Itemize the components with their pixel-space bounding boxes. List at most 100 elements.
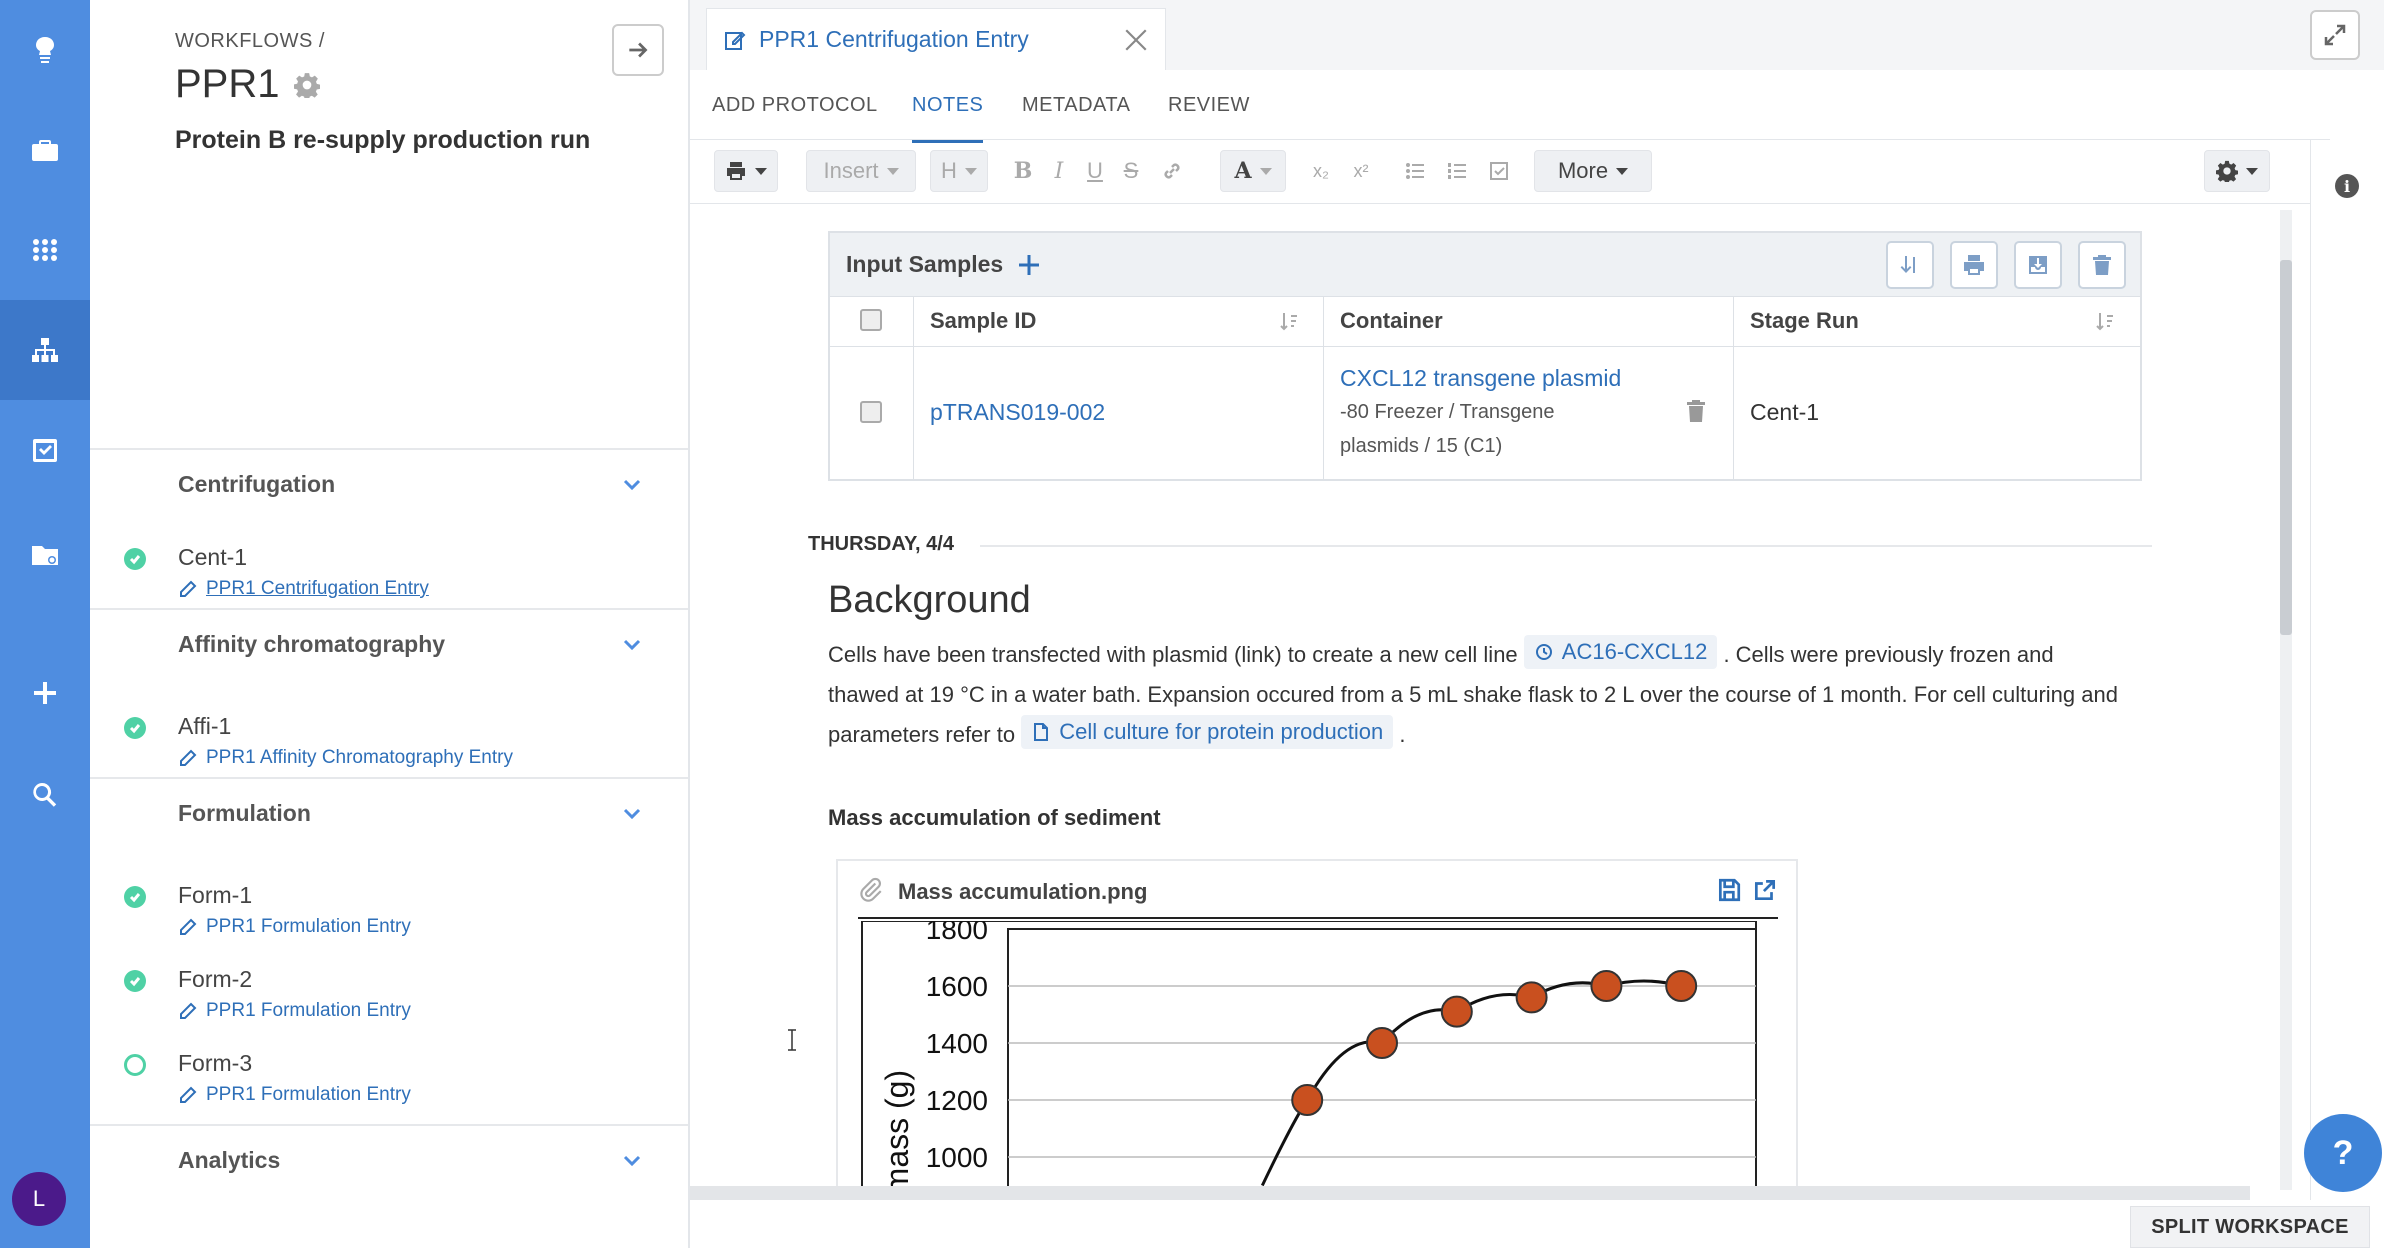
settings-menu-button[interactable] bbox=[2204, 150, 2270, 192]
tab-review[interactable]: REVIEW bbox=[1168, 94, 1250, 117]
print-icon bbox=[727, 162, 745, 180]
stage-form-1[interactable]: Form-1 PPR1 Formulation Entry bbox=[90, 878, 688, 948]
section-centrifugation[interactable]: Centrifugation bbox=[90, 448, 688, 518]
stage-affi-1[interactable]: Affi-1 PPR1 Affinity Chromatography Entr… bbox=[90, 709, 688, 779]
sample-id-link[interactable]: pTRANS019-002 bbox=[930, 399, 1105, 426]
numbered-list-icon bbox=[1448, 163, 1466, 179]
divider bbox=[980, 545, 2152, 547]
archive-button[interactable] bbox=[2014, 241, 2062, 289]
superscript-button[interactable]: x² bbox=[1346, 150, 1376, 192]
folder-icon[interactable] bbox=[0, 505, 90, 605]
split-workspace-button[interactable]: SPLIT WORKSPACE bbox=[2130, 1206, 2370, 1248]
stage-name: Form-3 bbox=[178, 1050, 253, 1076]
add-icon[interactable] bbox=[0, 643, 90, 743]
gear-icon[interactable] bbox=[293, 72, 320, 98]
y-tick-label: 1200 bbox=[926, 1085, 988, 1116]
insert-menu-button[interactable]: Insert bbox=[806, 150, 916, 192]
y-tick-label: 1600 bbox=[926, 971, 988, 1002]
sort-icon[interactable] bbox=[2094, 310, 2116, 332]
y-axis-label: d mass (g) bbox=[879, 1070, 915, 1190]
section-formulation[interactable]: Formulation bbox=[90, 777, 688, 847]
info-icon[interactable]: i bbox=[2335, 174, 2359, 198]
font-color-button[interactable]: A bbox=[1220, 150, 1286, 192]
section-affinity-chromatography[interactable]: Affinity chromatography bbox=[90, 608, 688, 678]
workflow-icon[interactable] bbox=[0, 300, 90, 400]
data-point bbox=[1366, 1027, 1398, 1059]
stage-entry-link[interactable]: PPR1 Centrifugation Entry bbox=[178, 578, 429, 600]
apps-grid-icon[interactable] bbox=[0, 200, 90, 300]
save-icon[interactable] bbox=[1716, 877, 1742, 903]
container-link[interactable]: CXCL12 transgene plasmid bbox=[1340, 365, 1621, 392]
stage-name: Cent-1 bbox=[178, 544, 248, 570]
underline-button[interactable]: U bbox=[1080, 150, 1110, 192]
chevron-down-icon bbox=[623, 479, 641, 491]
mass-accumulation-chart: 1800 1600 1400 1200 1000 d mass (g) bbox=[861, 921, 1757, 1190]
document-tab[interactable]: PPR1 Centrifugation Entry bbox=[706, 8, 1166, 70]
col-container[interactable]: Container bbox=[1324, 297, 1734, 346]
tab-notes[interactable]: NOTES bbox=[912, 94, 984, 143]
logo-icon[interactable] bbox=[0, 0, 90, 100]
trash-icon[interactable] bbox=[1686, 399, 1706, 423]
select-all-checkbox[interactable] bbox=[860, 309, 882, 331]
expand-button[interactable] bbox=[2310, 10, 2360, 60]
input-samples-header: Input Samples bbox=[830, 233, 2140, 297]
section-label: Centrifugation bbox=[178, 470, 336, 497]
breadcrumb[interactable]: WORKFLOWS / bbox=[175, 30, 325, 53]
briefcase-icon[interactable] bbox=[0, 100, 90, 200]
col-sample-id[interactable]: Sample ID bbox=[914, 297, 1324, 346]
stage-cent-1[interactable]: Cent-1 PPR1 Centrifugation Entry bbox=[90, 540, 688, 610]
stage-entry-link[interactable]: PPR1 Formulation Entry bbox=[178, 916, 411, 938]
link-icon bbox=[1164, 163, 1180, 179]
subscript-button[interactable]: x₂ bbox=[1306, 150, 1336, 192]
table-row: pTRANS019-002 CXCL12 transgene plasmid -… bbox=[830, 347, 2140, 479]
italic-button[interactable]: I bbox=[1044, 150, 1074, 192]
document-tab-title: PPR1 Centrifugation Entry bbox=[759, 26, 1029, 52]
import-button[interactable] bbox=[1886, 241, 1934, 289]
edit-icon bbox=[180, 918, 197, 935]
tasks-icon[interactable] bbox=[0, 400, 90, 500]
stage-form-2[interactable]: Form-2 PPR1 Formulation Entry bbox=[90, 962, 688, 1032]
more-menu-button[interactable]: More bbox=[1534, 150, 1652, 192]
open-external-icon[interactable] bbox=[1752, 877, 1778, 903]
search-icon[interactable] bbox=[0, 745, 90, 845]
data-point bbox=[1291, 1084, 1324, 1116]
col-stage-run[interactable]: Stage Run bbox=[1734, 297, 2140, 346]
cell-line-chip[interactable]: AC16-CXCL12 bbox=[1523, 635, 1718, 669]
tab-add-protocol[interactable]: ADD PROTOCOL bbox=[712, 94, 878, 117]
input-samples-title: Input Samples bbox=[846, 251, 1041, 278]
numbered-list-button[interactable] bbox=[1440, 150, 1474, 192]
close-icon[interactable] bbox=[1123, 27, 1149, 53]
document-link-chip[interactable]: Cell culture for protein production bbox=[1021, 715, 1394, 749]
strikethrough-button[interactable]: S bbox=[1116, 150, 1146, 192]
stage-run-cell: Cent-1 bbox=[1734, 347, 2140, 479]
stage-entry-link[interactable]: PPR1 Formulation Entry bbox=[178, 1000, 411, 1022]
help-button[interactable]: ? bbox=[2304, 1114, 2382, 1192]
add-sample-icon[interactable] bbox=[1017, 253, 1041, 277]
arrow-right-icon bbox=[629, 42, 648, 58]
bold-button[interactable]: B bbox=[1008, 150, 1038, 192]
stage-form-3[interactable]: Form-3 PPR1 Formulation Entry bbox=[90, 1046, 688, 1116]
row-checkbox[interactable] bbox=[860, 401, 882, 423]
y-tick-label: 1800 bbox=[926, 921, 988, 945]
heading-menu-button[interactable]: H bbox=[930, 150, 988, 192]
horizontal-scrollbar[interactable] bbox=[690, 1186, 2250, 1200]
status-complete-icon bbox=[124, 886, 146, 908]
avatar[interactable]: L bbox=[12, 1172, 66, 1226]
section-analytics[interactable]: Analytics bbox=[90, 1124, 688, 1194]
plot-area bbox=[1007, 928, 1757, 1190]
divider bbox=[858, 917, 1778, 919]
delete-table-button[interactable] bbox=[2078, 241, 2126, 289]
status-complete-icon bbox=[124, 970, 146, 992]
stage-entry-link[interactable]: PPR1 Formulation Entry bbox=[178, 1084, 411, 1106]
tab-metadata[interactable]: METADATA bbox=[1022, 94, 1130, 117]
print-menu-button[interactable] bbox=[714, 150, 778, 192]
trash-icon bbox=[2093, 255, 2111, 275]
status-complete-icon bbox=[124, 548, 146, 570]
collapse-panel-button[interactable] bbox=[612, 24, 664, 76]
stage-entry-link[interactable]: PPR1 Affinity Chromatography Entry bbox=[178, 747, 513, 769]
sort-icon[interactable] bbox=[1278, 310, 1300, 332]
link-button[interactable] bbox=[1154, 150, 1190, 192]
print-table-button[interactable] bbox=[1950, 241, 1998, 289]
checklist-button[interactable] bbox=[1482, 150, 1516, 192]
bullet-list-button[interactable] bbox=[1398, 150, 1432, 192]
